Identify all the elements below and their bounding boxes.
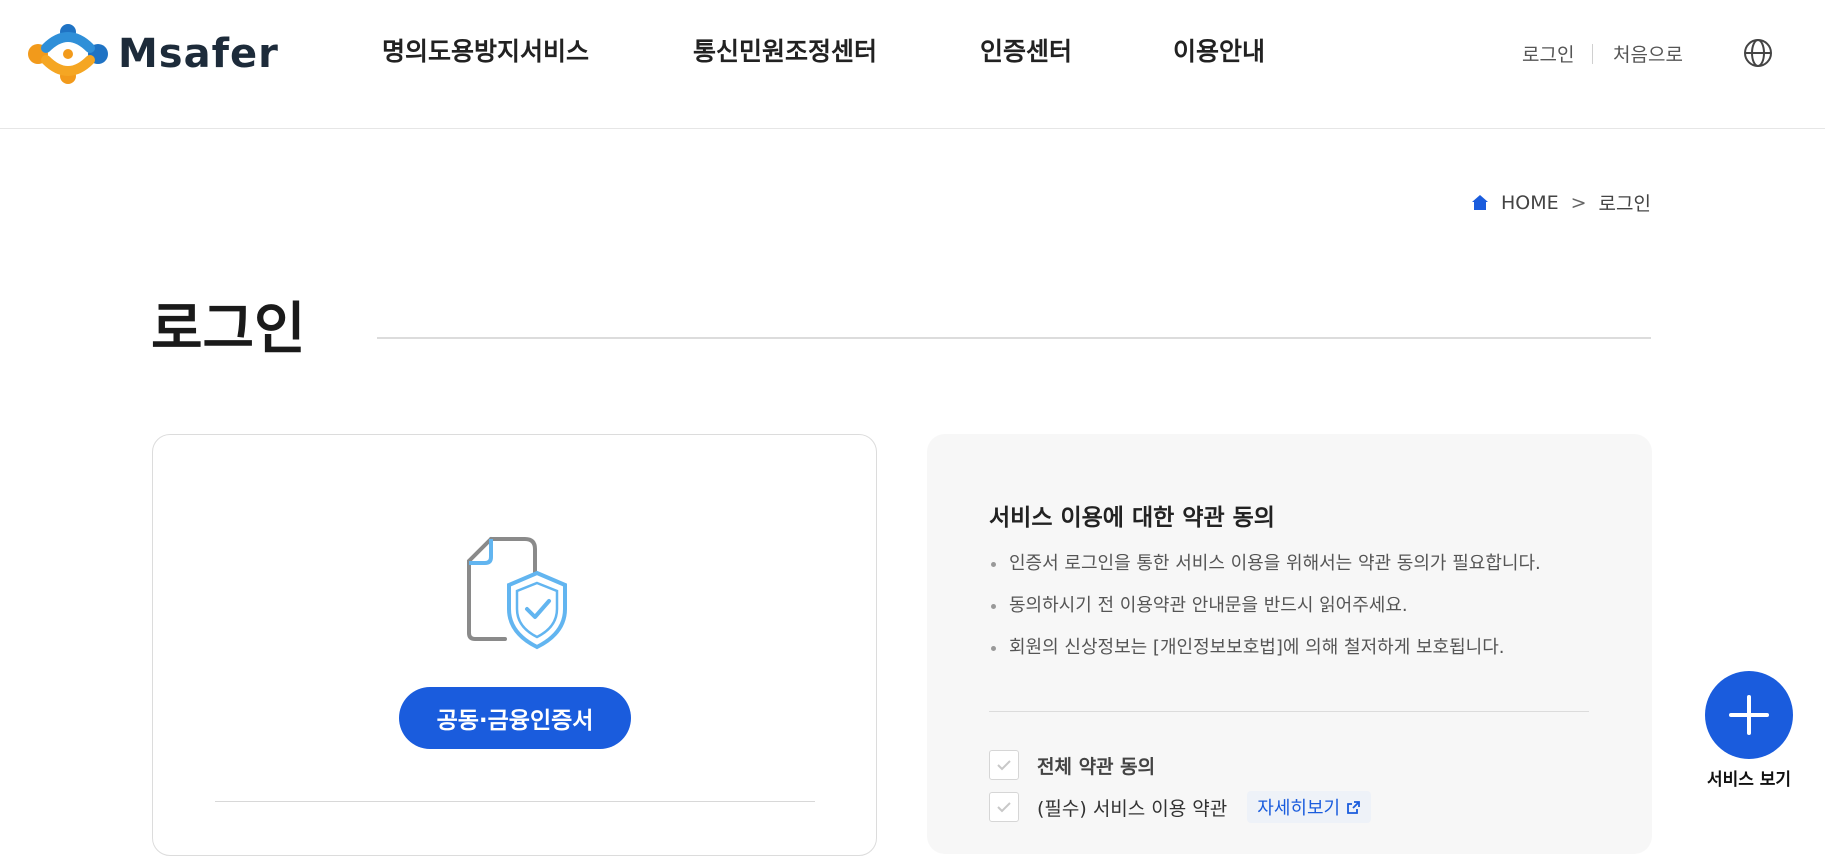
check-icon	[997, 802, 1011, 813]
terms-notice-list: 인증서 로그인을 통한 서비스 이용을 위해서는 약관 동의가 필요합니다. 동…	[989, 552, 1541, 678]
detail-link-text: 자세히보기	[1257, 798, 1341, 819]
site-header: Msafer 명의도용방지서비스 통신민원조정센터 인증센터 이용안내 로그인 …	[0, 0, 1825, 129]
check-icon	[997, 760, 1011, 771]
certificate-shield-icon	[467, 537, 567, 650]
card-divider	[215, 801, 815, 802]
all-agree-label[interactable]: 전체 약관 동의	[1037, 752, 1155, 779]
terms-title: 서비스 이용에 대한 약관 동의	[989, 505, 1275, 531]
notice-item: 인증서 로그인을 통한 서비스 이용을 위해서는 약관 동의가 필요합니다.	[989, 552, 1541, 594]
nav-item-identity-theft-prevention[interactable]: 명의도용방지서비스	[382, 32, 589, 68]
certificate-login-card: 공동·금융인증서	[152, 434, 877, 856]
home-link[interactable]: 처음으로	[1613, 40, 1683, 67]
service-terms-checkbox[interactable]	[989, 792, 1019, 822]
service-terms-detail-link[interactable]: 자세히보기	[1247, 791, 1372, 823]
service-view-label[interactable]: 서비스 보기	[1690, 765, 1808, 790]
terms-agreement-panel: 서비스 이용에 대한 약관 동의 인증서 로그인을 통한 서비스 이용을 위해서…	[927, 434, 1652, 854]
service-view-button[interactable]	[1705, 671, 1793, 759]
nav-item-usage-guide[interactable]: 이용안내	[1173, 32, 1265, 68]
terms-item-row: (필수) 서비스 이용 약관 자세히보기	[989, 791, 1372, 823]
nav-item-certification-center[interactable]: 인증센터	[980, 32, 1072, 68]
login-link[interactable]: 로그인	[1522, 40, 1574, 67]
home-icon[interactable]	[1471, 194, 1489, 212]
breadcrumb-current: 로그인	[1598, 193, 1651, 215]
service-terms-label[interactable]: (필수) 서비스 이용 약관	[1037, 794, 1227, 821]
globe-icon[interactable]	[1743, 38, 1773, 68]
all-agree-row: 전체 약관 동의	[989, 750, 1155, 780]
breadcrumb: HOME > 로그인	[1471, 189, 1651, 216]
nav-item-complaint-center[interactable]: 통신민원조정센터	[693, 32, 877, 68]
msafer-logo-icon	[28, 24, 108, 84]
breadcrumb-home[interactable]: HOME	[1501, 192, 1559, 214]
terms-divider	[989, 711, 1589, 712]
breadcrumb-separator: >	[1570, 191, 1587, 214]
notice-item: 동의하시기 전 이용약관 안내문을 반드시 읽어주세요.	[989, 594, 1541, 636]
logo-text: Msafer	[118, 31, 279, 77]
certificate-login-button[interactable]: 공동·금융인증서	[399, 687, 631, 749]
notice-item: 회원의 신상정보는 [개인정보보호법]에 의해 철저하게 보호됩니다.	[989, 636, 1541, 678]
util-divider	[1592, 44, 1593, 64]
msafer-logo[interactable]: Msafer	[26, 22, 279, 86]
plus-icon	[1729, 695, 1769, 735]
external-link-icon	[1347, 800, 1360, 814]
all-agree-checkbox[interactable]	[989, 750, 1019, 780]
page-title: 로그인	[151, 297, 306, 362]
title-divider	[377, 337, 1651, 339]
